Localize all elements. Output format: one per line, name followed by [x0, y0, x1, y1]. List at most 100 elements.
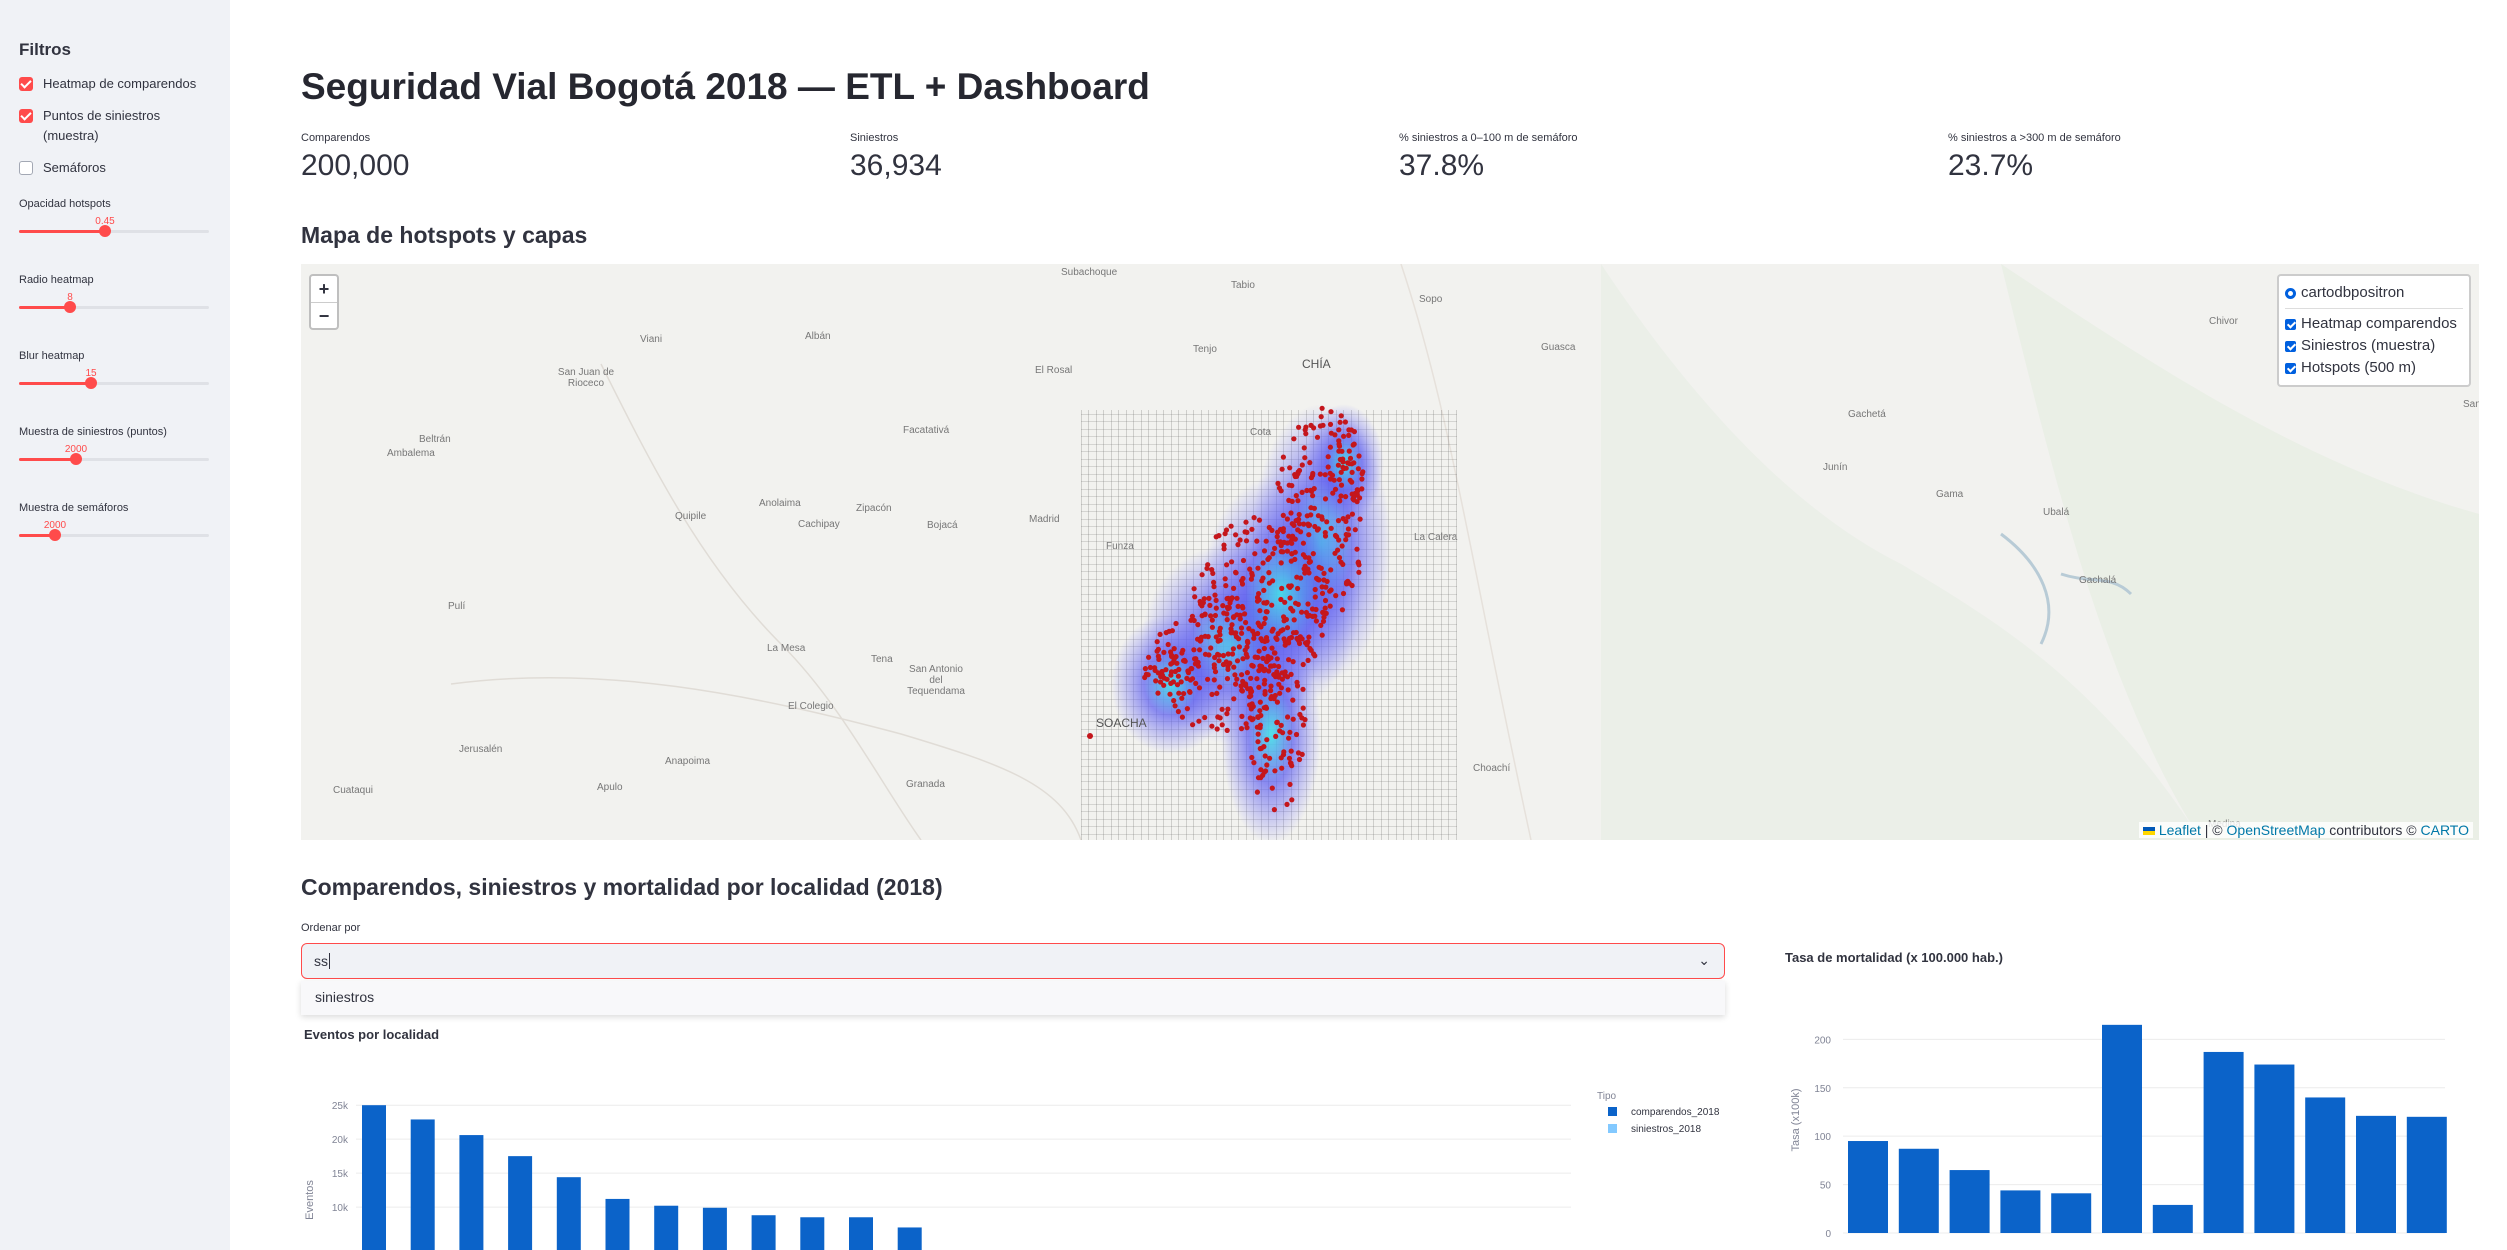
semaforos-checkbox[interactable]: Semáforos	[19, 158, 211, 178]
checkbox-unchecked-icon[interactable]	[19, 161, 33, 175]
siniestro-point	[1340, 590, 1347, 597]
map-place-label: Tenjo	[1193, 344, 1217, 355]
siniestro-point	[1286, 640, 1292, 646]
map-place-label: Beltrán	[419, 434, 451, 445]
siniestro-point	[1206, 595, 1212, 601]
siniestro-point	[1319, 590, 1326, 596]
siniestro-point	[1274, 636, 1280, 642]
siniestro-point	[1278, 628, 1284, 634]
map[interactable]: Subachoque Tabio Sopo Guasca Chivor Viani Albá…	[301, 264, 2479, 840]
checkbox-checked-icon[interactable]	[19, 77, 33, 91]
siniestro-point	[1252, 551, 1258, 557]
siniestro-point	[1291, 522, 1297, 528]
siniestro-point	[1248, 693, 1254, 699]
siniestro-point	[1293, 493, 1299, 499]
overlay-hotspots[interactable]: Hotspots (500 m)	[2285, 357, 2463, 379]
siniestro-point	[1207, 602, 1213, 608]
checkbox-checked-icon[interactable]	[19, 109, 33, 123]
siniestro-point	[1302, 455, 1308, 461]
map-place-label: Choachí	[1473, 763, 1511, 774]
siniestro-point	[1321, 577, 1327, 583]
bar-mortalidad	[2102, 1024, 2142, 1233]
checkbox-label: Puntos de siniestros (muestra)	[43, 108, 161, 143]
slider-thumb[interactable]	[70, 453, 82, 465]
osm-link[interactable]: OpenStreetMap	[2227, 822, 2326, 838]
siniestro-point	[1235, 542, 1241, 548]
zoom-in-button[interactable]: +	[311, 276, 337, 302]
siniestro-point	[1224, 604, 1230, 610]
slider-track[interactable]	[19, 377, 209, 389]
sidebar: Filtros Heatmap de comparendos Puntos de…	[0, 0, 230, 1250]
overlay-siniestros[interactable]: Siniestros (muestra)	[2285, 335, 2463, 357]
siniestro-point	[1163, 667, 1169, 673]
siniestro-point	[1181, 691, 1187, 697]
map-place-label: San Antonio del Tequendama	[907, 664, 965, 697]
siniestro-point	[1312, 613, 1318, 619]
slider[interactable]: Blur heatmap 15	[19, 350, 211, 426]
order-by-input[interactable]: ss	[314, 953, 328, 969]
slider[interactable]: Radio heatmap 8	[19, 274, 211, 350]
slider-track[interactable]	[19, 301, 209, 313]
leaflet-link[interactable]: Leaflet	[2159, 822, 2201, 838]
map-place-label: Zipacón	[856, 503, 892, 514]
siniestro-point	[1286, 735, 1292, 741]
siniestro-point	[1288, 558, 1294, 564]
slider-track[interactable]	[19, 453, 209, 465]
siniestro-point	[1322, 530, 1328, 536]
siniestro-point	[1243, 721, 1249, 727]
siniestro-point	[1225, 706, 1231, 712]
siniestro-point	[1340, 516, 1346, 522]
map-canvas[interactable]	[301, 264, 2479, 840]
siniestros-checkbox[interactable]: Puntos de siniestros (muestra)	[19, 106, 211, 146]
slider-thumb[interactable]	[49, 529, 61, 541]
slider[interactable]: Muestra de semáforos 2000	[19, 502, 211, 578]
overlay-heatmap[interactable]: Heatmap comparendos	[2285, 313, 2463, 335]
siniestro-point	[1318, 565, 1324, 571]
slider-track[interactable]	[19, 529, 209, 541]
siniestro-point	[1256, 648, 1262, 654]
siniestro-point	[1238, 726, 1245, 732]
checkbox-checked-icon[interactable]	[2285, 340, 2296, 352]
siniestro-point	[1146, 654, 1152, 660]
overlay-label: Siniestros (muestra)	[2301, 337, 2436, 354]
siniestro-point	[1196, 685, 1203, 691]
siniestro-point	[1327, 444, 1333, 450]
map-place-label: La Mesa	[767, 643, 806, 654]
layer-separator	[2285, 308, 2463, 309]
slider-thumb[interactable]	[85, 377, 97, 389]
metric-label: % siniestros a >300 m de semáforo	[1948, 132, 2121, 144]
radio-selected-icon[interactable]	[2285, 287, 2296, 299]
chevron-down-icon[interactable]: ⌄	[1698, 952, 1710, 969]
zoom-out-button[interactable]: −	[311, 302, 337, 328]
siniestro-point	[1225, 651, 1231, 657]
slider[interactable]: Muestra de siniestros (puntos) 2000	[19, 426, 211, 502]
checkbox-checked-icon[interactable]	[2285, 318, 2296, 330]
slider[interactable]: Opacidad hotspots 0.45	[19, 198, 211, 274]
map-place-label: Albán	[805, 331, 831, 342]
siniestro-point	[1243, 619, 1249, 626]
siniestro-point	[1275, 480, 1281, 486]
heatmap-checkbox[interactable]: Heatmap de comparendos	[19, 74, 211, 94]
siniestro-point	[1142, 674, 1148, 681]
siniestro-point	[1278, 560, 1284, 566]
siniestro-point	[1339, 607, 1345, 613]
base-layer-option[interactable]: cartodbpositron	[2285, 282, 2463, 304]
slider-thumb[interactable]	[64, 301, 76, 313]
slider-thumb[interactable]	[99, 225, 111, 237]
siniestro-point	[1179, 650, 1185, 656]
zoom-control: + −	[309, 274, 339, 330]
y-tick-label: 20k	[332, 1135, 349, 1146]
siniestro-point	[1243, 651, 1249, 657]
carto-link[interactable]: CARTO	[2421, 822, 2470, 838]
siniestro-point	[1306, 634, 1312, 640]
slider-track[interactable]	[19, 225, 209, 237]
dropdown-option-siniestros[interactable]: siniestros	[301, 981, 1725, 1015]
checkbox-checked-icon[interactable]	[2285, 362, 2296, 374]
siniestro-point	[1190, 722, 1196, 728]
order-by-select[interactable]: ss ⌄	[301, 943, 1725, 979]
siniestro-point	[1224, 727, 1230, 733]
bar-comparendos	[654, 1205, 679, 1250]
siniestro-point	[1211, 677, 1217, 683]
siniestro-point	[1312, 594, 1318, 600]
siniestro-point	[1235, 603, 1241, 609]
